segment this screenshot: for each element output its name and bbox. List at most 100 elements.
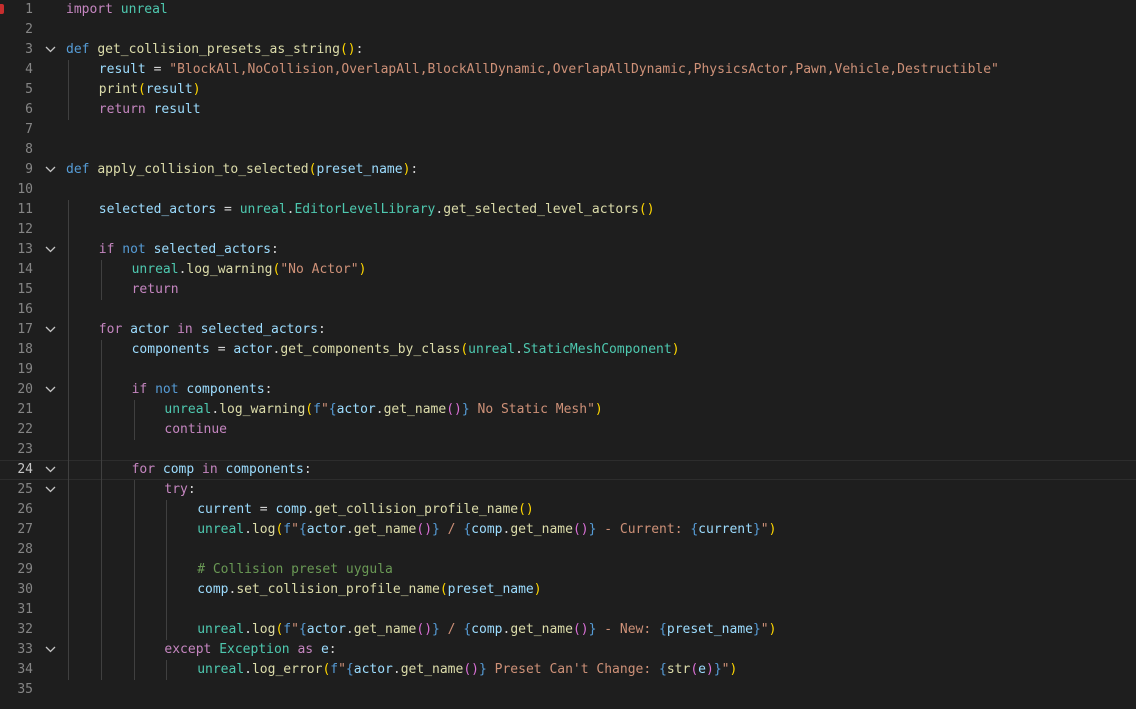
code-token: current bbox=[197, 502, 252, 517]
fold-chevron-icon[interactable] bbox=[44, 160, 58, 180]
code-lines[interactable]: 1 import unreal 2 3 def get_collision_preset… bbox=[0, 0, 1136, 700]
code-line[interactable]: 15 return bbox=[0, 280, 1136, 300]
code-text[interactable]: # Collision preset uygula bbox=[197, 560, 393, 580]
code-text[interactable]: comp.set_collision_profile_name(preset_n… bbox=[197, 580, 541, 600]
code-token: = bbox=[216, 202, 240, 217]
code-line[interactable]: 19 bbox=[0, 360, 1136, 380]
indent-guide bbox=[68, 480, 69, 500]
code-text[interactable]: return result bbox=[99, 100, 201, 120]
code-line[interactable]: 8 bbox=[0, 140, 1136, 160]
code-text[interactable]: if not components: bbox=[132, 380, 273, 400]
code-token: () bbox=[572, 522, 589, 537]
code-line[interactable]: 33 except Exception as e: bbox=[0, 640, 1136, 660]
code-token: if bbox=[98, 242, 115, 257]
indent-guide bbox=[133, 500, 135, 520]
fold-chevron-icon[interactable] bbox=[44, 380, 58, 400]
fold-chevron-icon[interactable] bbox=[44, 40, 58, 60]
code-text[interactable]: for comp in components: bbox=[132, 460, 312, 480]
code-line[interactable]: 20 if not components: bbox=[0, 380, 1136, 400]
code-token: str bbox=[666, 662, 691, 677]
code-text[interactable]: try: bbox=[164, 480, 195, 500]
code-text[interactable]: unreal.log(f"{actor.get_name()} / {comp.… bbox=[197, 520, 776, 540]
indent-guide bbox=[100, 520, 102, 540]
code-token: } bbox=[752, 622, 761, 637]
code-line[interactable]: 7 bbox=[0, 120, 1136, 140]
code-token: / bbox=[439, 522, 464, 537]
code-line[interactable]: 12 bbox=[0, 220, 1136, 240]
fold-chevron-icon[interactable] bbox=[44, 240, 58, 260]
code-line[interactable]: 4 result = "BlockAll,NoCollision,OverlapA… bbox=[0, 60, 1136, 80]
code-editor[interactable]: 1 import unreal 2 3 def get_collision_preset… bbox=[0, 0, 1136, 709]
code-line[interactable]: 32 unreal.log(f"{actor.get_name()} / {com… bbox=[0, 620, 1136, 640]
fold-chevron-icon[interactable] bbox=[44, 640, 58, 660]
code-text[interactable]: def get_collision_presets_as_string(): bbox=[66, 40, 363, 60]
code-line[interactable]: 16 bbox=[0, 300, 1136, 320]
line-number: 10 bbox=[17, 182, 33, 197]
code-text[interactable]: except Exception as e: bbox=[164, 640, 336, 660]
code-line[interactable]: 26 current = comp.get_collision_profile_n… bbox=[0, 500, 1136, 520]
code-token: } bbox=[752, 522, 761, 537]
code-line[interactable]: 9 def apply_collision_to_selected(preset_… bbox=[0, 160, 1136, 180]
code-text[interactable]: unreal.log_warning(f"{actor.get_name()} … bbox=[164, 400, 602, 420]
code-line[interactable]: 1 import unreal bbox=[0, 0, 1136, 20]
line-number: 29 bbox=[17, 562, 33, 577]
code-token: = bbox=[145, 62, 170, 77]
code-token: ) bbox=[358, 262, 367, 277]
line-number: 17 bbox=[17, 322, 33, 337]
code-line[interactable]: 21 unreal.log_warning(f"{actor.get_name()… bbox=[0, 400, 1136, 420]
code-text[interactable]: unreal.log_error(f"{actor.get_name()} Pr… bbox=[197, 660, 737, 680]
code-line[interactable]: 5 print(result) bbox=[0, 80, 1136, 100]
code-line[interactable]: 17 for actor in selected_actors: bbox=[0, 320, 1136, 340]
code-token: Exception bbox=[219, 642, 290, 657]
indent-guide bbox=[68, 440, 69, 460]
code-token: actor bbox=[233, 342, 273, 357]
code-line[interactable]: 13 if not selected_actors: bbox=[0, 240, 1136, 260]
indent-guide bbox=[68, 340, 69, 360]
code-text[interactable]: def apply_collision_to_selected(preset_n… bbox=[66, 160, 418, 180]
code-line[interactable]: 22 continue bbox=[0, 420, 1136, 440]
code-text[interactable]: return bbox=[132, 280, 179, 300]
code-text[interactable]: unreal.log(f"{actor.get_name()} / {comp.… bbox=[197, 620, 776, 640]
code-text[interactable]: if not selected_actors: bbox=[99, 240, 279, 260]
code-token: "BlockAll,NoCollision,OverlapAll,BlockAl… bbox=[169, 62, 999, 77]
code-text[interactable]: unreal.log_warning("No Actor") bbox=[132, 260, 367, 280]
fold-chevron-icon[interactable] bbox=[44, 460, 58, 480]
indent-guide bbox=[68, 260, 69, 280]
code-line[interactable]: 24 for comp in components: bbox=[0, 460, 1136, 480]
code-text[interactable]: result = "BlockAll,NoCollision,OverlapAl… bbox=[99, 60, 999, 80]
code-line[interactable]: 10 bbox=[0, 180, 1136, 200]
indent-guide bbox=[68, 540, 69, 560]
fold-chevron-icon[interactable] bbox=[44, 320, 58, 340]
code-token: " bbox=[760, 622, 769, 637]
code-text[interactable]: components = actor. get_components_by_cla… bbox=[132, 340, 680, 360]
code-line[interactable]: 25 try: bbox=[0, 480, 1136, 500]
code-line[interactable]: 6 return result bbox=[0, 100, 1136, 120]
code-token: ( bbox=[460, 342, 469, 357]
code-text[interactable]: current = comp.get_collision_profile_nam… bbox=[197, 500, 534, 520]
code-line[interactable]: 30 comp.set_collision_profile_name(preset… bbox=[0, 580, 1136, 600]
indent-guide bbox=[100, 640, 102, 660]
code-line[interactable]: 29 # Collision preset uygula bbox=[0, 560, 1136, 580]
code-text[interactable]: continue bbox=[164, 420, 227, 440]
code-line[interactable]: 35 bbox=[0, 680, 1136, 700]
code-line[interactable]: 18 components = actor. get_components_by_c… bbox=[0, 340, 1136, 360]
code-text[interactable]: for actor in selected_actors: bbox=[99, 320, 326, 340]
code-line[interactable]: 14 unreal.log_warning("No Actor") bbox=[0, 260, 1136, 280]
code-line[interactable]: 28 bbox=[0, 540, 1136, 560]
code-text[interactable]: import unreal bbox=[66, 0, 168, 20]
code-token: { bbox=[463, 622, 472, 637]
code-line[interactable]: 34 unreal.log_error(f"{actor.get_name()} … bbox=[0, 660, 1136, 680]
code-line[interactable]: 2 bbox=[0, 20, 1136, 40]
fold-chevron-icon[interactable] bbox=[44, 480, 58, 500]
code-line[interactable]: 11 selected_actors = unreal.EditorLevelLi… bbox=[0, 200, 1136, 220]
indent-guide bbox=[166, 540, 168, 560]
indent-guide bbox=[68, 460, 69, 480]
code-line[interactable]: 27 unreal.log(f"{actor.get_name()} / {com… bbox=[0, 520, 1136, 540]
code-text[interactable]: selected_actors = unreal.EditorLevelLibr… bbox=[99, 200, 655, 220]
code-line[interactable]: 3 def get_collision_presets_as_string(): bbox=[0, 40, 1136, 60]
code-line[interactable]: 31 bbox=[0, 600, 1136, 620]
indent-guide bbox=[100, 660, 102, 680]
code-text[interactable]: print(result) bbox=[99, 80, 201, 100]
code-line[interactable]: 23 bbox=[0, 440, 1136, 460]
